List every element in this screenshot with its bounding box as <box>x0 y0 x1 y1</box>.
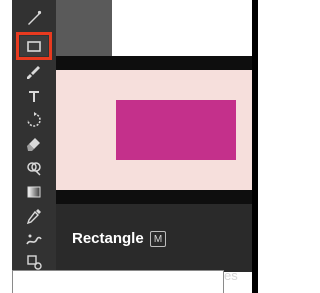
eraser-tool[interactable] <box>20 134 48 154</box>
tooltip-title: Rectangle <box>72 230 144 247</box>
dark-band-top <box>56 56 252 70</box>
rectangle-icon <box>24 36 44 56</box>
transform-icon <box>24 252 44 272</box>
shape-builder-tool[interactable] <box>20 158 48 178</box>
top-white-area <box>112 0 252 56</box>
puppet-warp-tool[interactable] <box>20 230 48 250</box>
paintbrush-tool[interactable] <box>20 62 48 82</box>
pen-icon <box>24 8 44 28</box>
rectangle-tool[interactable] <box>16 32 52 60</box>
eraser-icon <box>24 134 44 154</box>
shape-builder-icon <box>24 158 44 178</box>
dark-band-bottom <box>56 190 252 204</box>
artboard-canvas[interactable] <box>56 70 252 190</box>
paintbrush-icon <box>24 62 44 82</box>
gradient-icon <box>24 182 44 202</box>
rotate-tool[interactable] <box>20 110 48 130</box>
magenta-rectangle[interactable] <box>116 100 236 160</box>
puppet-warp-icon <box>24 230 44 250</box>
pen-tool[interactable] <box>20 8 48 28</box>
tooltip-cutoff-text: es <box>224 268 238 283</box>
eyedropper-icon <box>24 206 44 226</box>
tool-tooltip-panel: Rectangle M es <box>56 204 252 283</box>
top-gray-strip <box>56 0 112 56</box>
tools-panel <box>12 0 56 272</box>
rotate-icon <box>24 110 44 130</box>
app-frame: Rectangle M es <box>0 0 258 293</box>
type-icon <box>24 86 44 106</box>
shortcut-key-badge: M <box>150 231 166 247</box>
type-tool[interactable] <box>20 86 48 106</box>
transform-tool[interactable] <box>20 252 48 272</box>
bottom-text-field[interactable] <box>12 270 224 293</box>
gradient-tool[interactable] <box>20 182 48 202</box>
eyedropper-tool[interactable] <box>20 206 48 226</box>
right-black-edge <box>252 0 258 293</box>
